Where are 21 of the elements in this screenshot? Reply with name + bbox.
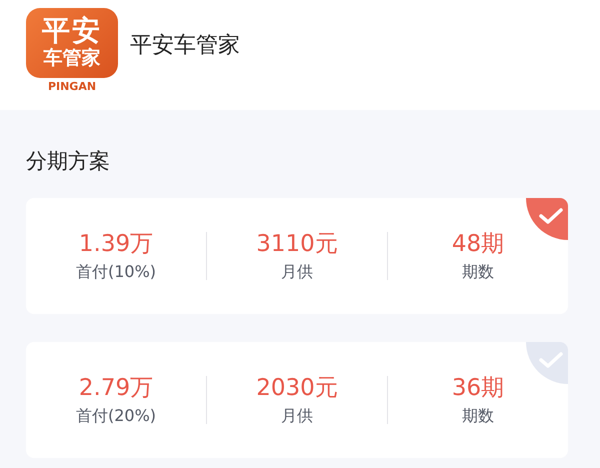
plan-label: 月供 [281, 404, 313, 426]
logo-text: 车管家 [44, 46, 100, 70]
logo-brand: PINGAN [48, 80, 96, 94]
app-title: 平安车管家 [130, 32, 240, 60]
plan-value: 48期 [452, 230, 504, 258]
plan-label: 月供 [281, 260, 313, 282]
check-icon [538, 350, 564, 370]
logo-text: 平安 [42, 16, 102, 46]
plan-label: 首付(10%) [76, 260, 156, 282]
plan-label: 期数 [462, 260, 494, 282]
plan-label: 期数 [462, 404, 494, 426]
plan-value: 1.39万 [78, 230, 154, 258]
plan-value: 2030元 [256, 374, 338, 402]
check-icon [538, 206, 564, 226]
plan-card[interactable]: 1.39万 首付(10%) 3110元 月供 48期 期数 [26, 198, 568, 314]
plan-value: 3110元 [256, 230, 338, 258]
section-title: 分期方案 [26, 148, 111, 175]
plan-label: 首付(20%) [76, 404, 156, 426]
plan-value: 36期 [452, 374, 504, 402]
plan-card[interactable]: 2.79万 首付(20%) 2030元 月供 36期 期数 [26, 342, 568, 458]
plan-value: 2.79万 [78, 374, 154, 402]
